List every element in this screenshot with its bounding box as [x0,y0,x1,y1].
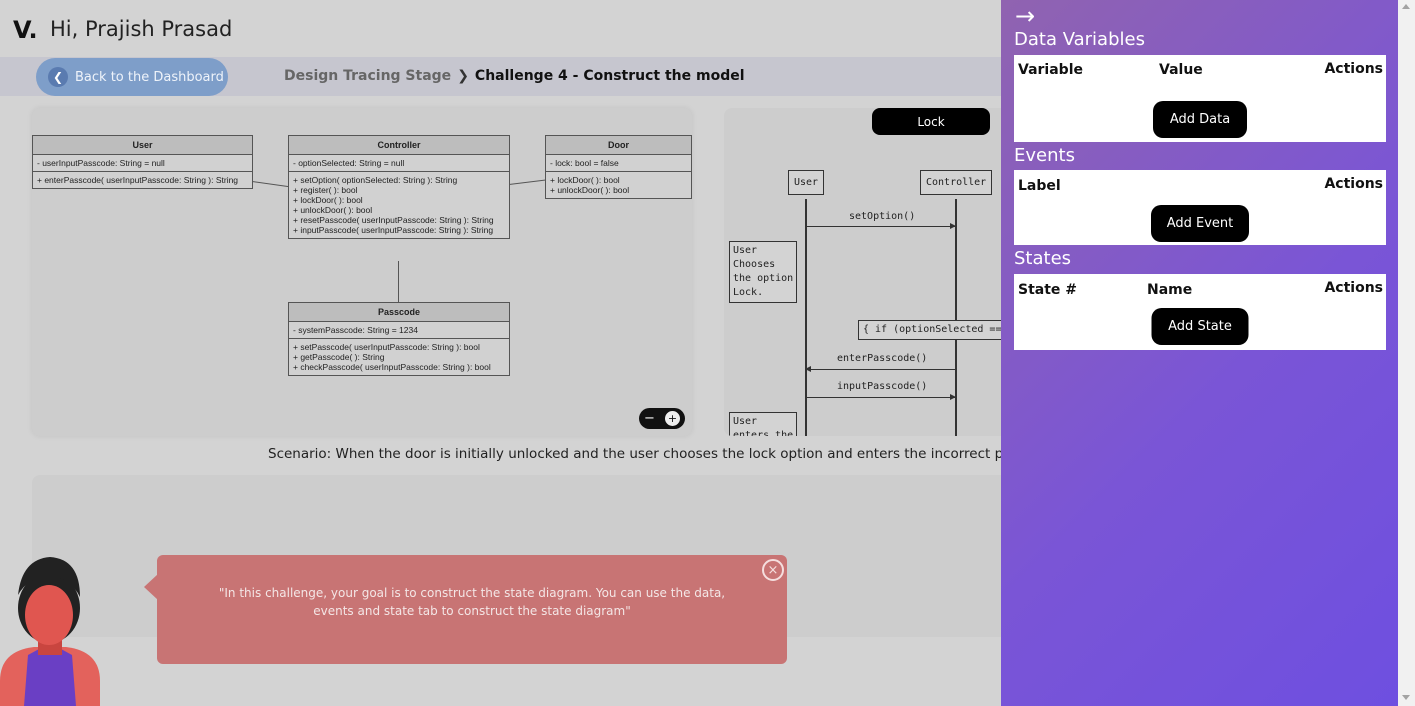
column-actions: Actions [1324,61,1383,77]
events-card: Label Actions Add Event [1014,170,1386,245]
add-state-button[interactable]: Add State [1151,308,1249,345]
class-method: + setOption( optionSelected: String ): S… [293,175,458,185]
back-button-label: Back to the Dashboard [75,69,224,85]
column-name: Name [1147,282,1193,298]
breadcrumb-challenge: Challenge 4 - Construct the model [474,68,745,84]
zoom-control: − + [639,408,685,429]
class-user[interactable]: User - userInputPasscode: String = null … [32,135,253,189]
add-data-button[interactable]: Add Data [1153,101,1247,138]
lifeline-user-box: User [788,170,825,195]
class-method: + getPasscode( ): String [293,352,385,362]
connector-controller-door [508,179,546,185]
class-name: Passcode [289,303,509,322]
column-actions: Actions [1324,280,1383,296]
assistant-message-text: "In this challenge, your goal is to cons… [218,586,726,618]
assistant-avatar [0,557,100,706]
class-method: + resetPasscode( userInputPasscode: Stri… [293,215,494,225]
class-methods: + lockDoor( ): bool + unlockDoor( ): boo… [546,172,691,198]
lifeline-controller [955,199,957,436]
class-attribute: - userInputPasscode: String = null [33,155,252,172]
scroll-up-icon[interactable] [1402,4,1410,9]
message-input-passcode-label: inputPasscode() [837,381,928,392]
class-name: Controller [289,136,509,155]
lock-button[interactable]: Lock [872,108,990,135]
add-event-button[interactable]: Add Event [1151,205,1249,242]
page-scrollbar[interactable] [1398,0,1415,706]
class-method: + enterPasscode( userInputPasscode: Stri… [37,175,239,185]
class-diagram-panel[interactable]: User - userInputPasscode: String = null … [32,108,692,436]
breadcrumb: Design Tracing Stage ❯ Challenge 4 - Con… [284,68,745,84]
class-method: + register( ): bool [293,185,358,195]
scenario-text: Scenario: When the door is initially unl… [268,446,1001,462]
scroll-down-icon[interactable] [1402,695,1410,700]
data-variables-header: Variable Value Actions [1014,55,1386,85]
column-actions: Actions [1324,176,1383,192]
breadcrumb-stage[interactable]: Design Tracing Stage [284,68,451,84]
app-logo: V. [13,16,38,44]
arrow-right-icon[interactable]: → [1015,2,1035,30]
message-set-option-arrow [806,223,956,229]
message-input-passcode-arrow [806,394,956,400]
class-method: + unlockDoor( ): bool [293,205,373,215]
connector-user-controller [251,181,289,188]
sequence-diagram-panel[interactable]: Lock User Controller setOption() User Ch… [724,108,1001,436]
guard-condition: { if (optionSelected == 'lock' [858,320,1001,340]
note-user-enters: User enters the [729,412,798,436]
message-enter-passcode-label: enterPasscode() [837,353,928,364]
zoom-in-button[interactable]: + [664,411,680,426]
class-methods: + setOption( optionSelected: String ): S… [289,172,509,238]
column-label: Label [1018,178,1061,194]
class-method: + inputPasscode( userInputPasscode: Stri… [293,225,494,235]
message-enter-passcode-arrow [805,366,955,372]
class-method: + lockDoor( ): bool [293,195,363,205]
class-name: User [33,136,252,155]
chevron-left-icon: ❮ [48,67,68,87]
column-value: Value [1159,62,1203,78]
lifeline-controller-box: Controller [920,170,993,195]
back-to-dashboard-button[interactable]: ❮ Back to the Dashboard [36,58,228,96]
class-method: + checkPasscode( userInputPasscode: Stri… [293,362,491,372]
events-header: Label Actions [1014,170,1386,200]
class-method: + unlockDoor( ): bool [550,185,630,195]
class-passcode[interactable]: Passcode - systemPasscode: String = 1234… [288,302,510,376]
class-door[interactable]: Door - lock: bool = false + lockDoor( ):… [545,135,692,199]
states-title: States [1014,248,1072,269]
message-set-option-label: setOption() [849,211,916,222]
note-user-chooses: User Chooses the option Lock. [729,241,798,303]
data-variables-title: Data Variables [1014,29,1145,50]
class-attribute: - systemPasscode: String = 1234 [289,322,509,339]
column-state-number: State # [1018,282,1078,298]
states-card: State # Name Actions Add State [1014,274,1386,350]
chevron-right-icon: ❯ [457,68,469,84]
class-method: + lockDoor( ): bool [550,175,620,185]
class-attribute: - optionSelected: String = null [289,155,509,172]
greeting-text: Hi, Prajish Prasad [50,17,233,41]
connector-controller-passcode [398,261,399,302]
class-method: + setPasscode( userInputPasscode: String… [293,342,480,352]
model-builder-drawer: → Data Variables Variable Value Actions … [1001,0,1398,706]
events-title: Events [1014,145,1075,166]
class-attribute: - lock: bool = false [546,155,691,172]
class-name: Door [546,136,691,155]
states-header: State # Name Actions [1014,274,1386,304]
message-bubble-tail [144,574,158,600]
data-variables-card: Variable Value Actions Add Data [1014,55,1386,142]
column-variable: Variable [1018,62,1083,78]
close-icon[interactable]: × [762,559,784,581]
class-methods: + setPasscode( userInputPasscode: String… [289,339,509,375]
lifeline-user [805,199,807,436]
class-controller[interactable]: Controller - optionSelected: String = nu… [288,135,510,239]
zoom-out-button[interactable]: − [644,411,655,426]
